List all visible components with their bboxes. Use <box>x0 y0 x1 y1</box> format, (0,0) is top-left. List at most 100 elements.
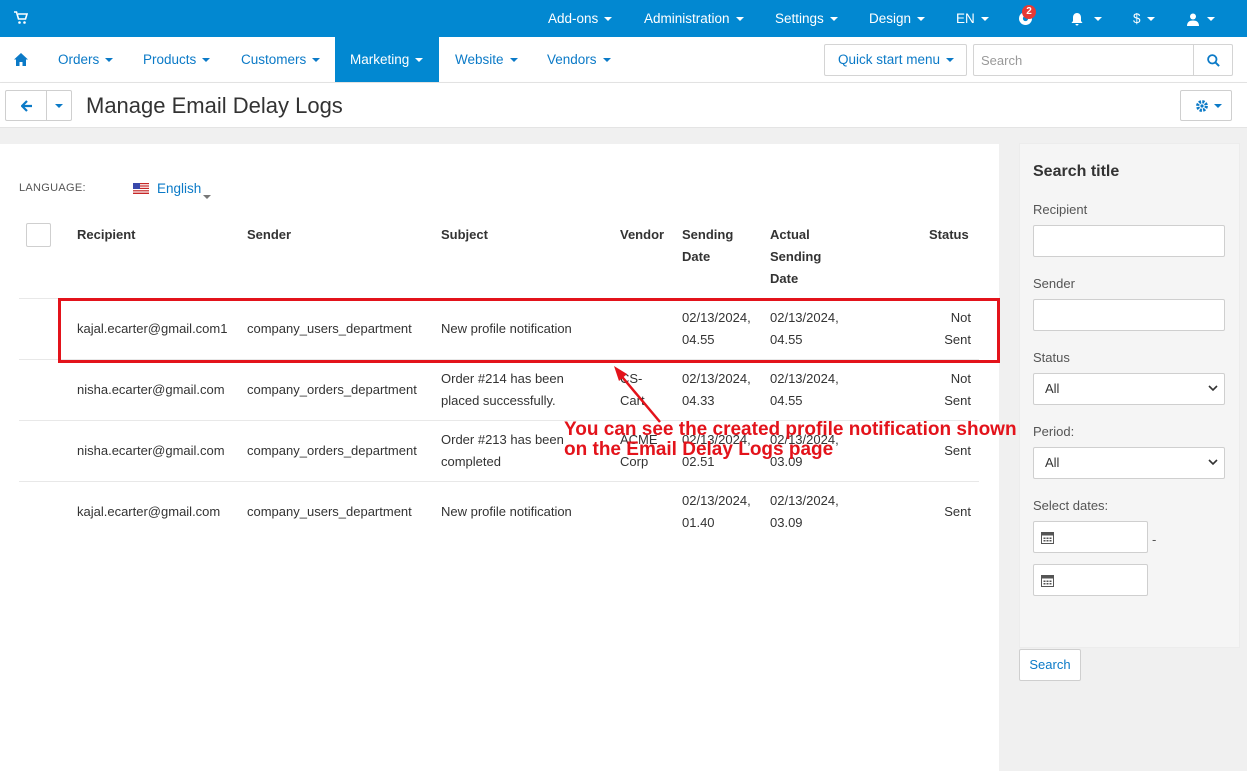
cell-subject: New profile notification <box>441 504 572 519</box>
menu-design[interactable]: Design <box>869 0 926 37</box>
user-icon <box>1187 13 1199 26</box>
menu-user[interactable] <box>1187 0 1215 37</box>
language-label: LANGUAGE: <box>19 182 86 194</box>
cell-subject-line1: Order #214 has been <box>441 371 564 386</box>
nav-vendors-label: Vendors <box>547 52 597 67</box>
chevron-down-icon <box>1214 104 1222 108</box>
page-title: Manage Email Delay Logs <box>86 93 343 118</box>
period-select[interactable]: All <box>1033 447 1225 479</box>
sender-label: Sender <box>1033 276 1075 291</box>
cell-sending-date-line1: 02/13/2024, <box>682 493 751 508</box>
nav-website-label: Website <box>455 52 504 67</box>
search-icon <box>1207 54 1220 67</box>
back-dropdown-button[interactable] <box>46 90 72 121</box>
cell-recipient: kajal.ecarter@gmail.com <box>77 504 221 519</box>
nav-website[interactable]: Website <box>455 37 518 82</box>
sender-input[interactable] <box>1033 299 1225 331</box>
nav-customers-label: Customers <box>241 52 307 67</box>
global-search-input[interactable] <box>973 44 1194 76</box>
cell-actual-date: 02/13/2024, 04.55 <box>770 368 839 412</box>
header-recipient[interactable]: Recipient <box>77 224 136 246</box>
menu-design-label: Design <box>869 11 912 26</box>
menu-settings[interactable]: Settings <box>775 0 838 37</box>
cell-subject-line2: completed <box>441 454 501 469</box>
quick-start-menu-button[interactable]: Quick start menu <box>824 44 967 76</box>
cell-recipient: nisha.ecarter@gmail.com <box>77 382 225 397</box>
cell-recipient: nisha.ecarter@gmail.com <box>77 443 225 458</box>
chevron-down-icon <box>980 17 989 22</box>
nav-marketing[interactable]: Marketing <box>335 37 439 82</box>
settings-dropdown-button[interactable] <box>1180 90 1232 121</box>
status-select[interactable]: All <box>1033 373 1225 405</box>
select-all-checkbox[interactable] <box>26 223 51 247</box>
menu-addons[interactable]: Add-ons <box>548 0 613 37</box>
title-bar: Manage Email Delay Logs <box>0 83 1247 128</box>
language-caret[interactable] <box>203 188 211 203</box>
period-select-value: All <box>1045 455 1060 470</box>
cart-icon[interactable] <box>14 11 28 25</box>
chevron-down-icon <box>55 104 63 108</box>
chevron-down-icon <box>1208 459 1218 466</box>
header-subject[interactable]: Subject <box>441 224 488 246</box>
cell-actual-date-line1: 02/13/2024, <box>770 493 839 508</box>
header-sender[interactable]: Sender <box>247 224 291 246</box>
us-flag-icon <box>133 183 149 194</box>
nav-marketing-label: Marketing <box>350 52 410 67</box>
cell-subject: Order #213 has been completed <box>441 429 564 473</box>
annotation-text: You can see the created profile notifica… <box>564 420 1017 460</box>
chevron-down-icon <box>203 194 211 199</box>
chevron-down-icon <box>415 58 424 63</box>
header-vendor[interactable]: Vendor <box>620 224 664 246</box>
header-status[interactable]: Status <box>929 224 969 246</box>
chevron-down-icon <box>602 58 611 63</box>
sidebar-search-button[interactable]: Search <box>1019 649 1081 681</box>
back-button[interactable] <box>5 90 47 121</box>
arrow-left-icon <box>21 100 32 112</box>
menu-currency[interactable]: $ <box>1133 0 1155 37</box>
annotation-line2: on the Email Delay Logs page <box>564 439 834 460</box>
row-divider <box>19 481 979 482</box>
global-search-button[interactable] <box>1193 44 1233 76</box>
nav-customers[interactable]: Customers <box>241 37 321 82</box>
chevron-down-icon <box>105 58 114 63</box>
home-icon[interactable] <box>14 53 28 66</box>
date-separator: - <box>1152 532 1157 547</box>
nav-products[interactable]: Products <box>143 37 211 82</box>
cell-sender: company_orders_department <box>247 382 417 397</box>
recipient-input[interactable] <box>1033 225 1225 257</box>
cell-actual-date-line1: 02/13/2024, <box>770 371 839 386</box>
quick-start-label: Quick start menu <box>838 52 941 67</box>
language-selector[interactable]: English <box>157 181 201 196</box>
menu-language-label: EN <box>956 11 975 26</box>
highlight-box <box>58 298 1000 363</box>
menu-administration[interactable]: Administration <box>644 0 744 37</box>
menu-settings-label: Settings <box>775 11 824 26</box>
cell-sending-date-line1: 02/13/2024, <box>682 371 751 386</box>
cell-status-line1: Not <box>950 371 971 386</box>
nav-products-label: Products <box>143 52 197 67</box>
menu-language[interactable]: EN <box>956 0 989 37</box>
chevron-down-icon <box>312 58 321 63</box>
chevron-down-icon <box>202 58 211 63</box>
status-label: Status <box>1033 350 1070 365</box>
annotation-line1: You can see the created profile notifica… <box>564 419 1017 440</box>
chevron-down-icon <box>946 58 955 63</box>
menu-notifications[interactable] <box>1070 0 1102 37</box>
cell-subject-line2: placed successfully. <box>441 393 556 408</box>
header-sending-date[interactable]: Sending Date <box>682 224 733 268</box>
date-from-input[interactable] <box>1033 521 1148 553</box>
period-label: Period: <box>1033 424 1075 439</box>
cell-sender: company_users_department <box>247 504 412 519</box>
nav-orders[interactable]: Orders <box>58 37 114 82</box>
recipient-label: Recipient <box>1033 202 1088 217</box>
cell-sending-date-line2: 01.40 <box>682 515 715 530</box>
header-actual-sending-date[interactable]: Actual Sending Date <box>770 224 821 290</box>
status-select-value: All <box>1045 381 1060 396</box>
chevron-down-icon <box>917 17 926 22</box>
nav-vendors[interactable]: Vendors <box>547 37 611 82</box>
chevron-down-icon <box>604 17 613 22</box>
header-actual-line2: Sending <box>770 249 822 264</box>
date-to-input[interactable] <box>1033 564 1148 596</box>
cell-sending-date: 02/13/2024, 01.40 <box>682 490 751 534</box>
chevron-down-icon <box>829 17 838 22</box>
